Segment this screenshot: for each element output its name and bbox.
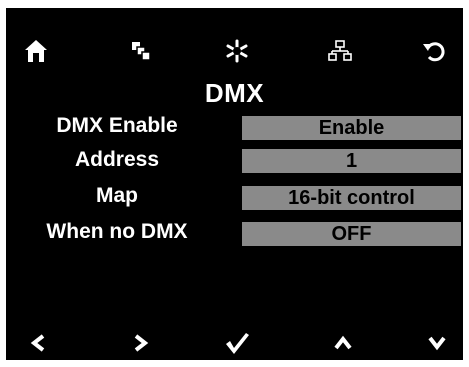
chevron-down-icon[interactable] [420,328,454,358]
chevron-left-icon[interactable] [21,328,55,358]
chevron-up-icon[interactable] [326,328,360,358]
setting-value-when-no-dmx[interactable]: OFF [242,222,461,246]
device-screen: DMX DMX Enable Enable Address 1 Map 16-b… [6,8,463,360]
layers-icon[interactable] [124,36,158,66]
setting-value-dmx-enable[interactable]: Enable [242,116,461,140]
setting-label-map: Map [96,184,138,207]
setting-value-map[interactable]: 16-bit control [242,186,461,210]
setting-label-dmx-enable: DMX Enable [56,114,178,137]
chevron-right-icon[interactable] [124,328,158,358]
asterisk-icon[interactable] [220,36,254,66]
checkmark-icon[interactable] [220,328,254,358]
setting-label-when-no-dmx: When no DMX [46,220,188,243]
home-icon[interactable] [19,36,53,66]
setting-label-address: Address [74,148,160,171]
page-title: DMX [204,78,265,108]
setting-value-address[interactable]: 1 [242,149,461,173]
network-icon[interactable] [323,36,357,66]
refresh-icon[interactable] [417,36,451,66]
